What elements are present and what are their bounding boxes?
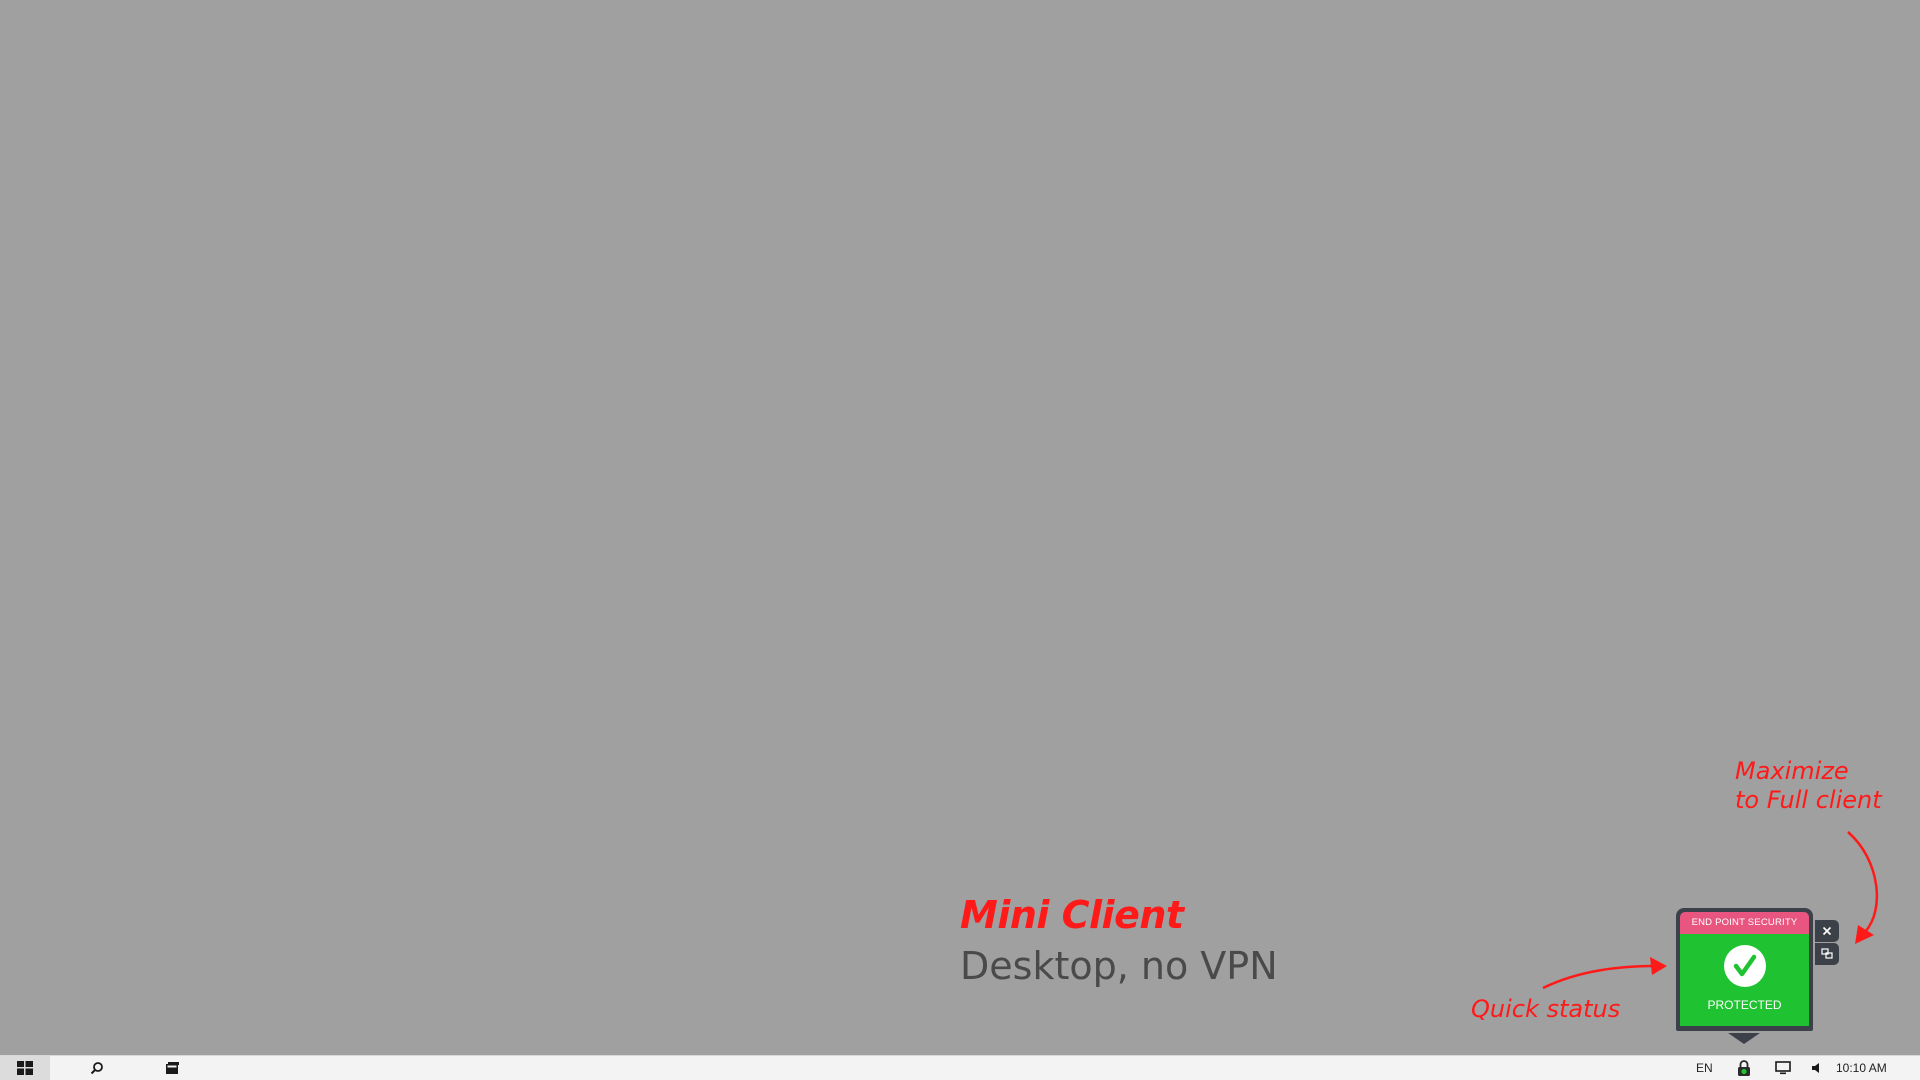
mini-client-status-text: PROTECTED [1707,998,1782,1012]
security-tray-button[interactable] [1733,1058,1755,1078]
task-view-button[interactable] [152,1056,192,1080]
volume-tray-button[interactable] [1806,1058,1828,1078]
annotation-title: Mini Client [960,893,1184,937]
annotation-maximize-line2: to Full client [1735,786,1882,814]
annotation-maximize-line1: Maximize [1735,757,1849,785]
windows-start-icon [17,1061,33,1075]
mini-client-header: END POINT SECURITY [1680,912,1809,934]
search-button[interactable] [77,1056,117,1080]
checkmark-icon [1724,945,1766,987]
annotation-quick-status: Quick status [1471,995,1621,1023]
maximize-button[interactable] [1815,943,1839,965]
language-indicator[interactable]: EN [1696,1056,1713,1080]
taskbar: EN 10:10 AM [0,1055,1920,1080]
close-icon [1822,926,1832,936]
search-icon [90,1062,103,1075]
lock-icon [1738,1060,1750,1076]
maximize-icon [1821,948,1833,959]
annotation-maximize: Maximize to Full client [1735,757,1882,815]
task-view-icon [166,1062,179,1074]
annotation-subtitle: Desktop, no VPN [960,944,1278,988]
mini-client-status-panel[interactable]: PROTECTED [1680,934,1809,1026]
volume-icon [1812,1063,1819,1073]
start-button[interactable] [0,1056,50,1080]
mini-client-widget[interactable]: END POINT SECURITY PROTECTED [1676,908,1813,1031]
display-tray-button[interactable] [1772,1058,1794,1078]
clock[interactable]: 10:10 AM [1836,1056,1887,1080]
close-button[interactable] [1815,920,1839,942]
monitor-icon [1775,1061,1791,1075]
mini-client-pointer [1728,1033,1760,1044]
